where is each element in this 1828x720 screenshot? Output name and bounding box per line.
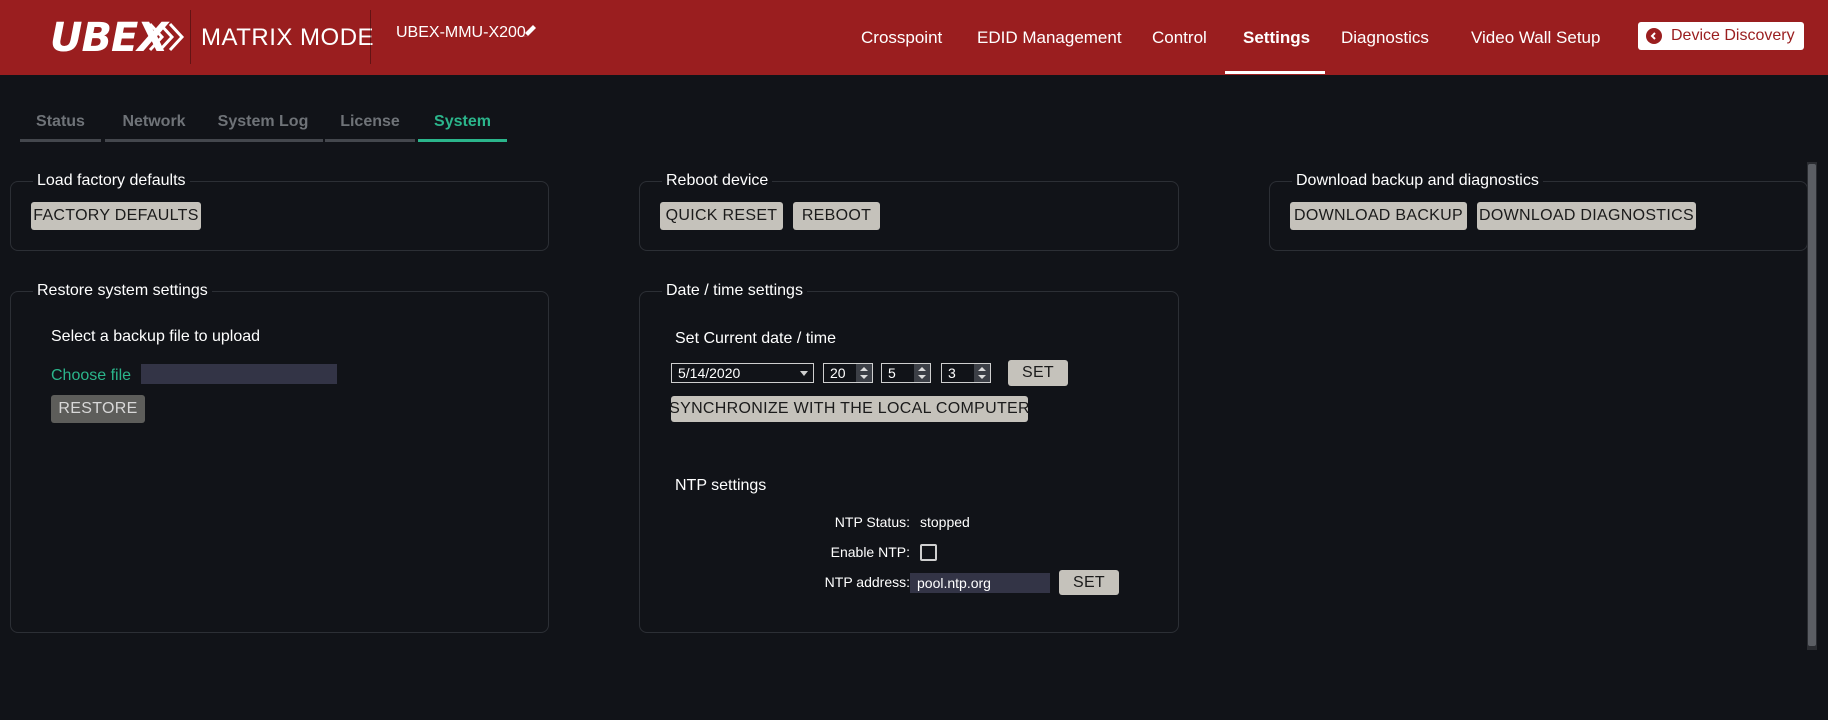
chevron-down-icon xyxy=(800,371,808,376)
minute-value: 5 xyxy=(888,365,896,381)
restore-button[interactable]: RESTORE xyxy=(51,395,145,423)
date-time-panel: Date / time settings Set Current date / … xyxy=(639,282,1179,633)
tab-network[interactable]: Network xyxy=(105,110,203,142)
factory-defaults-button[interactable]: FACTORY DEFAULTS xyxy=(31,202,201,230)
device-discovery-label: Device Discovery xyxy=(1671,27,1795,44)
vertical-scrollbar[interactable] xyxy=(1807,162,1817,650)
tab-status[interactable]: Status xyxy=(20,110,101,142)
panel-title: Restore system settings xyxy=(33,282,212,300)
ntp-status-label: NTP Status: xyxy=(834,514,910,530)
file-name-field[interactable] xyxy=(141,364,337,384)
spinner-arrows-icon[interactable] xyxy=(856,364,872,382)
spinner-arrows-icon[interactable] xyxy=(914,364,930,382)
ntp-set-button[interactable]: SET xyxy=(1059,570,1119,595)
tab-license[interactable]: License xyxy=(325,110,415,142)
select-backup-label: Select a backup file to upload xyxy=(51,328,261,345)
second-value: 3 xyxy=(948,365,956,381)
download-backup-panel: Download backup and diagnostics DOWNLOAD… xyxy=(1269,172,1808,251)
choose-file-button[interactable]: Choose file xyxy=(51,367,131,385)
mode-title: MATRIX MODE xyxy=(201,24,375,51)
logo-chevron-icon xyxy=(148,22,185,52)
tab-system-log[interactable]: System Log xyxy=(203,110,323,142)
nav-active-indicator xyxy=(1225,71,1325,74)
quick-reset-button[interactable]: QUICK RESET xyxy=(660,202,783,230)
top-header: UBEX MATRIX MODE UBEX-MMU-X200 Crosspoin… xyxy=(0,0,1828,75)
panel-title: Download backup and diagnostics xyxy=(1292,172,1543,190)
nav-video-wall-setup[interactable]: Video Wall Setup xyxy=(1471,0,1600,75)
minute-stepper[interactable]: 5 xyxy=(881,363,931,383)
tab-system[interactable]: System xyxy=(418,110,507,142)
panel-title: Date / time settings xyxy=(662,282,807,300)
device-name[interactable]: UBEX-MMU-X200 xyxy=(396,24,526,42)
set-current-label: Set Current date / time xyxy=(675,330,836,347)
date-select[interactable]: 5/14/2020 xyxy=(671,363,814,383)
spinner-arrows-icon[interactable] xyxy=(974,364,990,382)
download-diagnostics-button[interactable]: DOWNLOAD DIAGNOSTICS xyxy=(1477,202,1696,230)
restore-settings-panel: Restore system settings Select a backup … xyxy=(10,282,549,633)
reboot-device-panel: Reboot device QUICK RESET REBOOT xyxy=(639,172,1179,251)
panel-title: Load factory defaults xyxy=(33,172,190,190)
set-datetime-button[interactable]: SET xyxy=(1008,360,1068,386)
enable-ntp-checkbox[interactable] xyxy=(920,544,937,561)
nav-control[interactable]: Control xyxy=(1152,0,1207,75)
scrollbar-thumb[interactable] xyxy=(1808,164,1816,646)
reboot-button[interactable]: REBOOT xyxy=(793,202,880,230)
download-backup-button[interactable]: DOWNLOAD BACKUP xyxy=(1290,202,1467,230)
enable-ntp-label: Enable NTP: xyxy=(830,544,910,560)
ntp-settings-title: NTP settings xyxy=(675,477,767,494)
header-divider xyxy=(370,10,371,64)
ntp-address-label: NTP address: xyxy=(824,574,910,590)
hour-stepper[interactable]: 20 xyxy=(823,363,873,383)
factory-defaults-panel: Load factory defaults FACTORY DEFAULTS xyxy=(10,172,549,251)
second-stepper[interactable]: 3 xyxy=(941,363,991,383)
date-value: 5/14/2020 xyxy=(678,365,741,381)
ntp-address-input[interactable]: pool.ntp.org xyxy=(910,573,1050,593)
panel-title: Reboot device xyxy=(662,172,773,190)
nav-diagnostics[interactable]: Diagnostics xyxy=(1341,0,1429,75)
sync-local-computer-button[interactable]: SYNCHRONIZE WITH THE LOCAL COMPUTER xyxy=(669,396,1030,422)
nav-crosspoint[interactable]: Crosspoint xyxy=(861,0,942,75)
device-discovery-button[interactable]: Device Discovery xyxy=(1638,22,1804,50)
edit-pencil-icon[interactable] xyxy=(522,23,538,39)
hour-value: 20 xyxy=(830,365,846,381)
ubex-logo: UBEX xyxy=(24,8,185,62)
nav-settings[interactable]: Settings xyxy=(1243,0,1310,75)
chevron-left-icon xyxy=(1646,28,1662,44)
ntp-status-value: stopped xyxy=(920,514,970,530)
header-divider xyxy=(190,10,191,64)
nav-edid-management[interactable]: EDID Management xyxy=(977,0,1122,75)
